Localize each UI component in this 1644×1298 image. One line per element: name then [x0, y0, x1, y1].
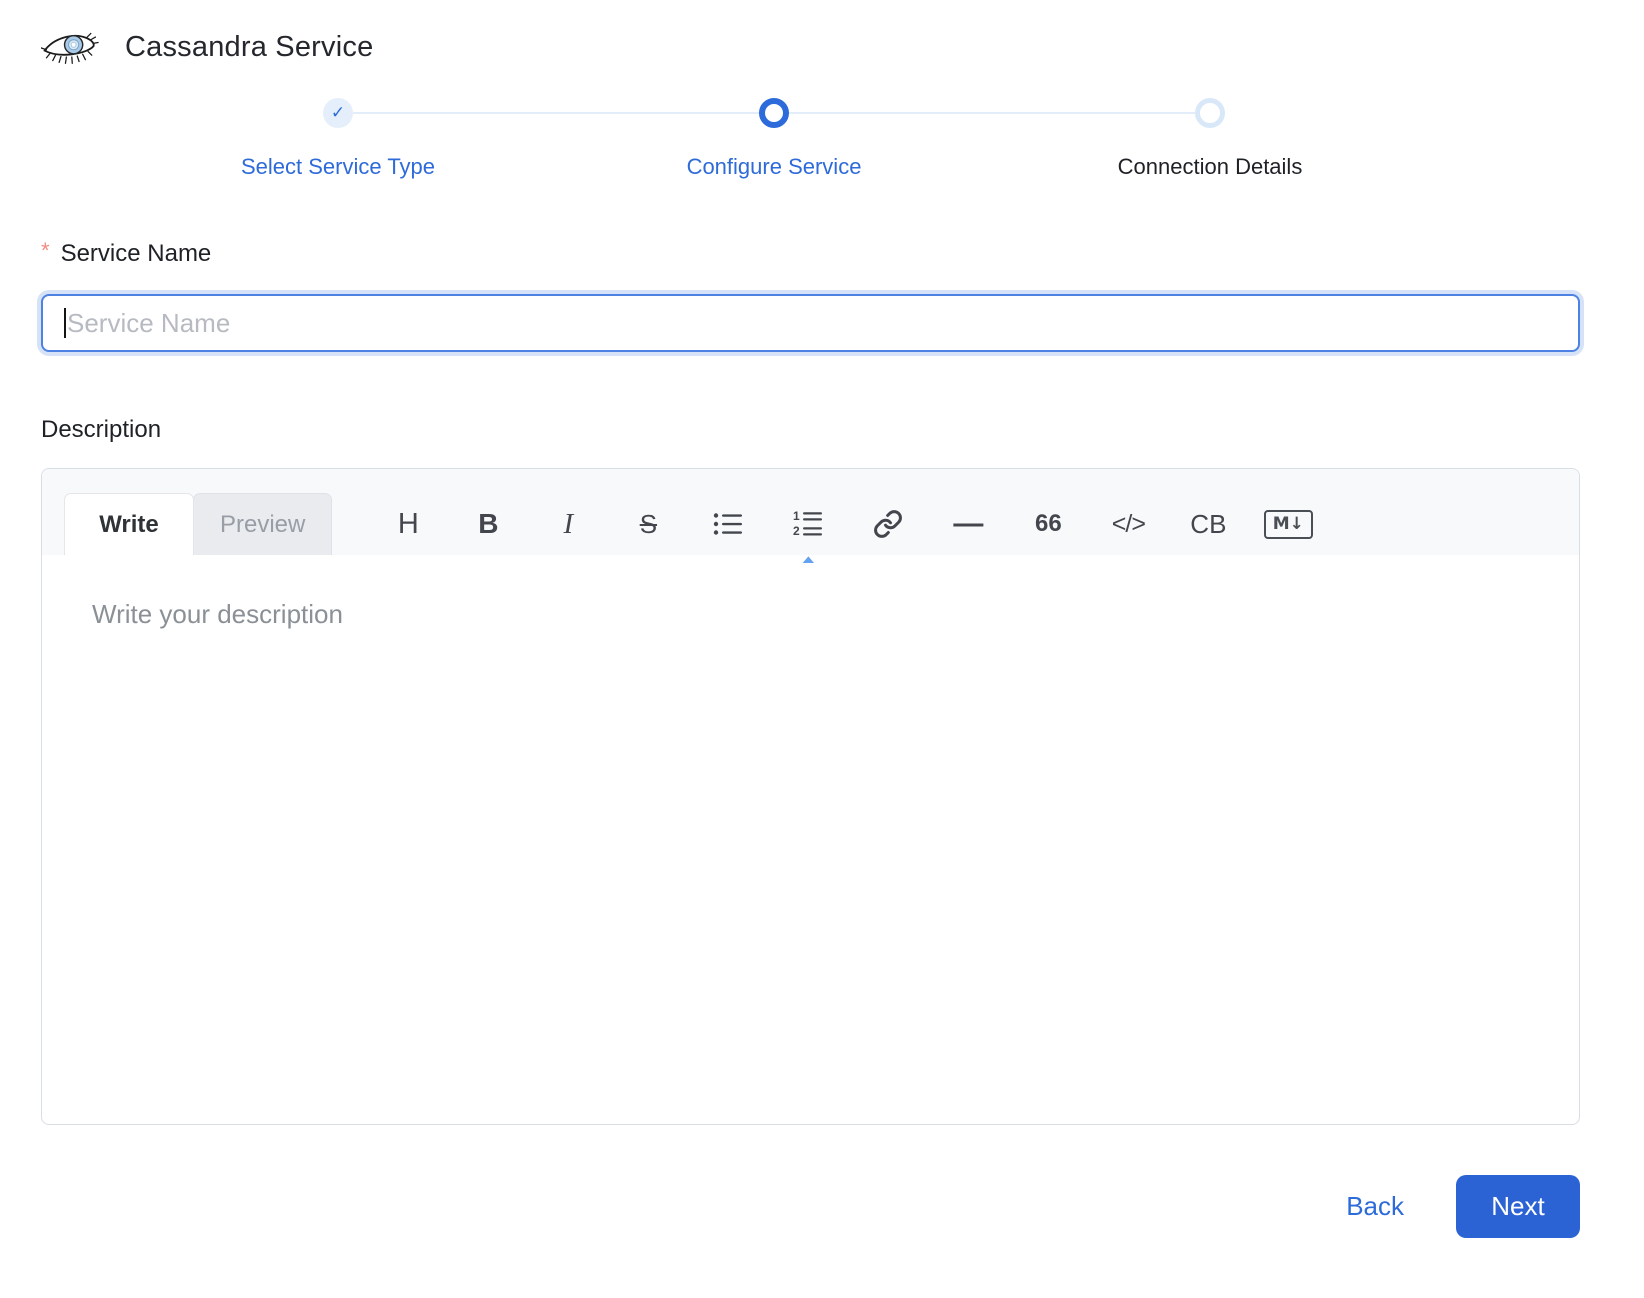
- description-editor: Write Preview H B I S: [41, 468, 1580, 1125]
- page-title: Cassandra Service: [125, 31, 373, 64]
- bold-icon: B: [478, 510, 498, 538]
- link-button[interactable]: [848, 493, 928, 555]
- description-field-label: Description: [41, 416, 1580, 444]
- tab-preview[interactable]: Preview: [193, 493, 332, 555]
- ordered-list-icon: 1 2: [793, 510, 823, 538]
- check-icon: ✓: [331, 105, 345, 122]
- code-block-icon: CB: [1190, 511, 1226, 537]
- code-block-button[interactable]: CB: [1168, 493, 1248, 555]
- page-header: Cassandra Service: [41, 26, 1580, 68]
- ordered-list-button[interactable]: 1 2: [768, 493, 848, 555]
- service-name-field-label: * Service Name: [41, 240, 1580, 268]
- next-button[interactable]: Next: [1456, 1175, 1580, 1238]
- editor-header: Write Preview H B I S: [42, 469, 1579, 555]
- step-label-connection-details: Connection Details: [1118, 154, 1303, 180]
- text-caret: [64, 308, 66, 338]
- strikethrough-icon: S: [640, 511, 657, 537]
- cassandra-eye-icon: [41, 26, 99, 68]
- svg-text:1: 1: [793, 510, 800, 523]
- description-editor-body[interactable]: Write your description: [42, 555, 1579, 1126]
- quote-button[interactable]: 66: [1008, 493, 1088, 555]
- quote-icon: 66: [1035, 512, 1062, 536]
- inline-code-icon: </>: [1112, 512, 1145, 537]
- configure-service-page: Cassandra Service ✓ Select Service Type …: [0, 0, 1644, 1298]
- back-button[interactable]: Back: [1346, 1191, 1404, 1222]
- italic-icon: I: [564, 510, 574, 539]
- inline-code-button[interactable]: </>: [1088, 493, 1168, 555]
- italic-button[interactable]: I: [528, 493, 608, 555]
- strikethrough-button[interactable]: S: [608, 493, 688, 555]
- bold-button[interactable]: B: [448, 493, 528, 555]
- heading-button[interactable]: H: [368, 493, 448, 555]
- heading-icon: H: [398, 510, 419, 539]
- step-configure-service[interactable]: Configure Service: [556, 98, 992, 180]
- service-name-input-wrap: [41, 294, 1580, 352]
- markdown-icon: M↓: [1264, 510, 1313, 539]
- step-pending-circle: [1195, 98, 1225, 128]
- wizard-stepper: ✓ Select Service Type Configure Service …: [120, 98, 1428, 180]
- step-connection-details[interactable]: Connection Details: [992, 98, 1428, 180]
- unordered-list-button[interactable]: [688, 493, 768, 555]
- horizontal-rule-button[interactable]: —: [928, 493, 1008, 555]
- link-icon: [873, 509, 903, 539]
- wizard-footer: Back Next: [41, 1175, 1580, 1238]
- step-active-circle: [759, 98, 789, 128]
- service-name-input[interactable]: [41, 294, 1580, 352]
- description-label: Description: [41, 416, 161, 443]
- unordered-list-icon: [713, 511, 743, 537]
- step-completed-circle: ✓: [323, 98, 353, 128]
- editor-tabs: Write Preview: [64, 493, 332, 555]
- service-name-label: Service Name: [61, 240, 212, 267]
- horizontal-rule-icon: —: [953, 509, 983, 539]
- editor-toolbar: H B I S: [368, 493, 1328, 555]
- markdown-button[interactable]: M↓: [1248, 493, 1328, 555]
- step-label-select-service-type: Select Service Type: [241, 154, 435, 180]
- description-placeholder: Write your description: [92, 599, 343, 629]
- svg-text:2: 2: [793, 524, 800, 538]
- step-label-configure-service: Configure Service: [687, 154, 862, 180]
- tab-write[interactable]: Write: [64, 493, 194, 555]
- step-select-service-type[interactable]: ✓ Select Service Type: [120, 98, 556, 180]
- required-asterisk: *: [41, 238, 50, 263]
